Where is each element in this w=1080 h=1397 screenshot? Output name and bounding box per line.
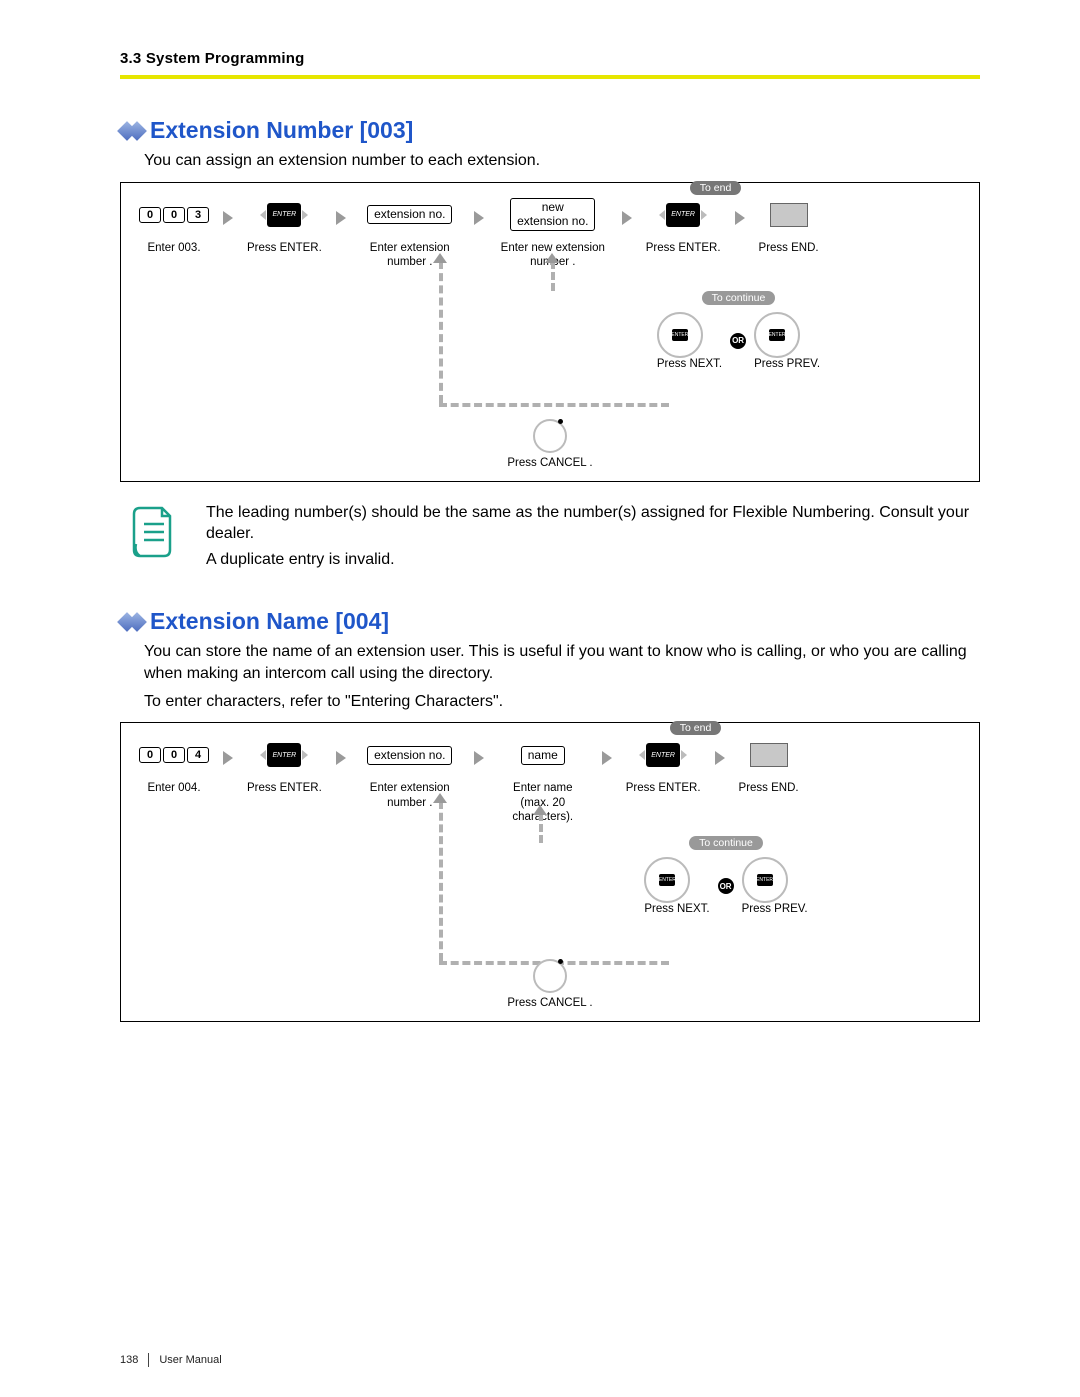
- step-enter-004: 0 0 4 Enter 004.: [139, 737, 209, 795]
- enter-icon: ENTER: [267, 203, 301, 227]
- note-line1: The leading number(s) should be the same…: [206, 502, 980, 545]
- arrow-icon: [622, 211, 632, 225]
- step-press-enter1: ENTER Press ENTER.: [247, 197, 322, 255]
- diamond-icon: [120, 124, 140, 138]
- diamond-icon: [120, 615, 140, 629]
- heading-ext-number: Extension Number [003]: [150, 117, 413, 144]
- note-line2: A duplicate entry is invalid.: [206, 549, 980, 571]
- page-footer: 138 User Manual: [120, 1353, 222, 1367]
- heading-ext-name: Extension Name [004]: [150, 608, 389, 635]
- section-title-ext-name: Extension Name [004]: [120, 608, 980, 635]
- arrow-icon: [602, 751, 612, 765]
- step-press-end: Press END.: [759, 197, 819, 255]
- digit: 0: [139, 207, 161, 223]
- arrow-icon: [336, 211, 346, 225]
- digit: 0: [163, 207, 185, 223]
- to-continue-pill: To continue: [689, 836, 763, 850]
- intro-ext-name-1: You can store the name of an extension u…: [144, 641, 980, 684]
- arrow-icon: [223, 211, 233, 225]
- arrow-icon: [336, 751, 346, 765]
- digit: 0: [139, 747, 161, 763]
- enter-icon: ENTER: [267, 743, 301, 767]
- page-header: 3.3 System Programming: [120, 50, 980, 79]
- page-number: 138: [120, 1354, 138, 1366]
- arrow-icon: [735, 211, 745, 225]
- arrow-icon: [223, 751, 233, 765]
- end-icon: [750, 743, 788, 767]
- digit: 0: [163, 747, 185, 763]
- enter-icon: ENTER: [646, 743, 680, 767]
- intro-ext-name-2: To enter characters, refer to "Entering …: [144, 691, 980, 713]
- to-continue-pill: To continue: [702, 291, 776, 305]
- or-icon: OR: [730, 333, 746, 349]
- cancel-icon: [533, 959, 567, 993]
- nav-next-icon: ENTER: [657, 312, 703, 358]
- diagram-ext-name: 0 0 4 Enter 004. ENTER Press ENTER. exte…: [120, 722, 980, 1022]
- step-press-enter1b: ENTER Press ENTER.: [247, 737, 322, 795]
- section-title-ext-number: Extension Number [003]: [120, 117, 980, 144]
- arrow-icon: [715, 751, 725, 765]
- step-press-enter2: To end ENTER Press ENTER.: [646, 197, 721, 255]
- enter-icon: ENTER: [666, 203, 700, 227]
- intro-ext-number: You can assign an extension number to ea…: [144, 150, 980, 172]
- cancel-branch-b: Press CANCEL .: [121, 959, 979, 1009]
- continue-branch: To continue ENTER Press NEXT. OR ENTER P…: [516, 288, 961, 370]
- arrow-icon: [474, 211, 484, 225]
- doc-name: User Manual: [159, 1354, 221, 1366]
- digit: 4: [187, 747, 209, 763]
- note-block: The leading number(s) should be the same…: [128, 502, 980, 571]
- to-end-pill: To end: [670, 721, 722, 735]
- note-icon: [128, 502, 178, 562]
- end-icon: [770, 203, 808, 227]
- cancel-icon: [533, 419, 567, 453]
- continue-branch-b: To continue ENTER Press NEXT. OR ENTER P…: [491, 833, 961, 915]
- nav-prev-icon: ENTER: [754, 312, 800, 358]
- step-press-end-b: Press END.: [739, 737, 799, 795]
- to-end-pill: To end: [690, 181, 742, 195]
- nav-next-icon: ENTER: [644, 857, 690, 903]
- diagram-ext-number: 0 0 3 Enter 003. ENTER Press ENTER. exte…: [120, 182, 980, 482]
- or-icon: OR: [718, 878, 734, 894]
- nav-prev-icon: ENTER: [742, 857, 788, 903]
- step-enter-003: 0 0 3 Enter 003.: [139, 197, 209, 255]
- arrow-icon: [474, 751, 484, 765]
- cancel-branch: Press CANCEL .: [121, 419, 979, 469]
- digit: 3: [187, 207, 209, 223]
- step-press-enter2b: To end ENTER Press ENTER.: [626, 737, 701, 795]
